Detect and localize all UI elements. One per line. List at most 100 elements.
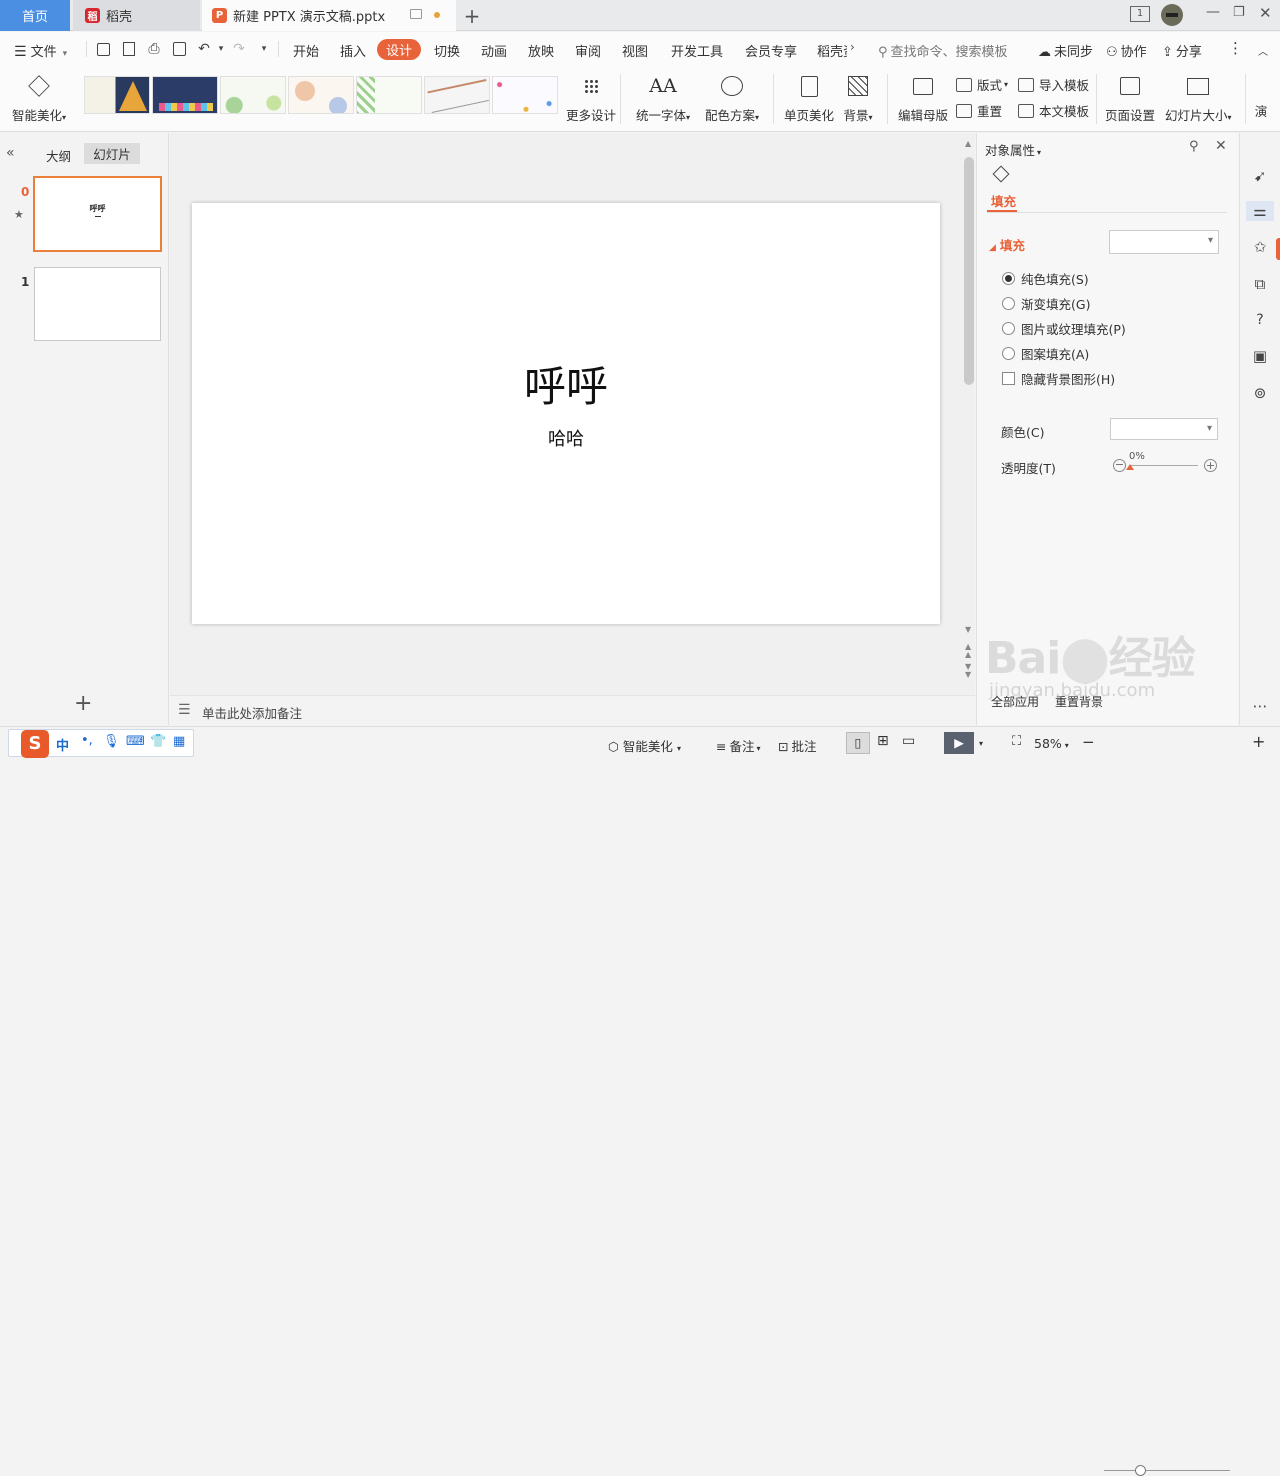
transparency-slider-thumb[interactable]	[1126, 464, 1134, 470]
rocket-icon[interactable]: ➹	[1250, 166, 1270, 186]
tab-fill[interactable]: 填充	[991, 191, 1016, 210]
slide-thumbnail-0[interactable]: 呼呼	[33, 176, 162, 252]
next-slide-icon[interactable]: ▼ ▼	[965, 663, 971, 679]
pin-icon[interactable]: ⚲	[1189, 139, 1199, 154]
fill-bucket-icon[interactable]	[992, 165, 1014, 185]
unify-font-button[interactable]: AA 统一字体▾	[636, 71, 690, 124]
normal-view-icon[interactable]: ▯	[846, 732, 870, 754]
more-horizontal-icon[interactable]: ⋯	[1250, 696, 1270, 716]
minimize-icon[interactable]: —	[1206, 4, 1220, 20]
menu-developer[interactable]: 开发工具	[671, 41, 723, 60]
radio-solid-fill[interactable]: 纯色填充(S)	[1002, 269, 1089, 288]
radio-gradient-fill[interactable]: 渐变填充(G)	[1002, 294, 1090, 313]
sogou-logo-icon[interactable]: S	[21, 730, 49, 758]
color-scheme-button[interactable]: 配色方案▾	[705, 71, 759, 124]
ribbon-overflow[interactable]: 演	[1254, 101, 1268, 120]
help-icon[interactable]: ?	[1250, 310, 1270, 330]
tab-daoke[interactable]: 稻 稻壳	[73, 0, 200, 31]
tab-document[interactable]: P 新建 PPTX 演示文稿.pptx	[202, 0, 456, 31]
notes-placeholder[interactable]: 单击此处添加备注	[202, 703, 302, 722]
vertical-scrollbar[interactable]: ▲ ▼ ▲ ▲ ▼ ▼	[963, 133, 975, 695]
save-icon[interactable]	[94, 40, 112, 58]
restore-icon[interactable]: ❐	[1233, 5, 1245, 20]
slide-title[interactable]: 呼呼	[192, 353, 940, 414]
zoom-in-icon[interactable]: +	[1252, 732, 1265, 751]
fit-window-icon[interactable]: ⛶	[1012, 734, 1021, 749]
menu-member[interactable]: 会员专享	[745, 41, 797, 60]
single-page-beautify-button[interactable]: 单页美化	[784, 71, 834, 124]
color-select[interactable]	[1110, 418, 1218, 440]
plus-icon[interactable]: +	[1204, 459, 1217, 472]
menu-view[interactable]: 视图	[622, 41, 648, 60]
microphone-icon[interactable]: 🎙	[103, 734, 120, 749]
design-template-6[interactable]	[424, 76, 490, 114]
background-button[interactable]: 背景▾	[843, 71, 873, 124]
tab-home[interactable]: 首页	[0, 0, 70, 31]
transparency-slider[interactable]	[1126, 464, 1198, 470]
minus-icon[interactable]: −	[1113, 459, 1126, 472]
close-pane-icon[interactable]: ✕	[1215, 138, 1227, 154]
gallery-icon[interactable]: ▣	[1250, 346, 1270, 366]
apply-all-button[interactable]: 全部应用	[991, 693, 1039, 710]
window-count-badge[interactable]: 1	[1130, 6, 1150, 22]
menu-design[interactable]: 设计	[377, 39, 421, 60]
toolbox-icon[interactable]: ▦	[173, 734, 185, 749]
menu-start[interactable]: 开始	[293, 41, 319, 60]
location-icon[interactable]: ⊚	[1250, 383, 1270, 403]
menu-scroll-right-icon[interactable]: ›	[850, 40, 855, 54]
reading-view-icon[interactable]: ▭	[902, 733, 915, 749]
status-comments-button[interactable]: ⊡ 批注	[778, 736, 817, 755]
tab-outline[interactable]: 大纲	[46, 146, 71, 165]
print-icon[interactable]: ⎙	[145, 40, 163, 58]
reset-background-button[interactable]: 重置背景	[1055, 693, 1103, 710]
menu-animation[interactable]: 动画	[481, 41, 507, 60]
design-template-7[interactable]	[492, 76, 558, 114]
share-button[interactable]: ⇪ 分享	[1162, 41, 1202, 60]
more-icon[interactable]: ⋮	[1228, 39, 1243, 57]
scrollbar-thumb[interactable]	[964, 157, 974, 385]
menu-review[interactable]: 审阅	[575, 41, 601, 60]
fill-type-select[interactable]	[1109, 230, 1219, 254]
page-setup-button[interactable]: 页面设置	[1105, 71, 1155, 124]
redo-icon[interactable]: ↷	[230, 40, 248, 58]
zoom-slider-thumb[interactable]	[1134, 1465, 1146, 1476]
add-slide-button[interactable]: +	[74, 693, 92, 715]
text-template-button[interactable]: 本文模板	[1018, 101, 1089, 120]
more-design-button[interactable]: 更多设计	[566, 71, 616, 124]
export-pdf-icon[interactable]	[120, 40, 138, 58]
collapse-ribbon-icon[interactable]: ︿	[1258, 43, 1268, 58]
menu-daoke[interactable]: 稻壳资	[817, 41, 847, 60]
close-window-icon[interactable]: ✕	[1259, 4, 1272, 22]
scroll-down-icon[interactable]: ▼	[965, 625, 971, 634]
radio-picture-fill[interactable]: 图片或纹理填充(P)	[1002, 319, 1126, 338]
tab-slides[interactable]: 幻灯片	[84, 143, 140, 164]
transition-icon[interactable]: ⧉	[1250, 274, 1270, 294]
menu-slideshow[interactable]: 放映	[528, 41, 554, 60]
ime-mode[interactable]: 中	[56, 735, 69, 754]
design-template-1[interactable]	[84, 76, 150, 114]
design-template-3[interactable]	[220, 76, 286, 114]
scroll-up-icon[interactable]: ▲	[965, 139, 971, 148]
import-template-button[interactable]: 导入模板	[1018, 75, 1089, 94]
punctuation-icon[interactable]: •,	[81, 733, 93, 748]
zoom-out-icon[interactable]: −	[1082, 733, 1095, 751]
status-notes-button[interactable]: ≡ 备注 ▾	[716, 736, 761, 755]
notes-bar[interactable]: ☰ 单击此处添加备注	[170, 695, 975, 725]
zoom-level[interactable]: 58% ▾	[1034, 736, 1069, 751]
fill-section-header[interactable]: ◢ 填充	[989, 235, 1025, 254]
play-slideshow-button[interactable]: ▶	[944, 732, 974, 754]
radio-button[interactable]	[1002, 347, 1015, 360]
hide-background-checkbox[interactable]: 隐藏背景图形(H)	[1002, 369, 1115, 388]
file-menu[interactable]: ☰ 文件 ▾	[14, 41, 67, 60]
new-tab-button[interactable]: +	[462, 0, 482, 31]
search-box[interactable]: ⚲ 查找命令、搜索模板	[878, 41, 1008, 60]
play-dropdown-icon[interactable]: ▾	[979, 739, 983, 748]
keyboard-icon[interactable]: ⌨	[126, 734, 145, 749]
sync-button[interactable]: ☁ 未同步	[1038, 41, 1093, 60]
edit-master-button[interactable]: 编辑母版	[898, 71, 948, 124]
slide-canvas[interactable]: 呼呼 哈哈	[192, 203, 940, 624]
animation-star-icon[interactable]: ✩	[1250, 237, 1270, 257]
design-template-4[interactable]	[288, 76, 354, 114]
print-preview-icon[interactable]	[170, 40, 188, 58]
properties-header[interactable]: 对象属性 ▾	[985, 140, 1041, 159]
